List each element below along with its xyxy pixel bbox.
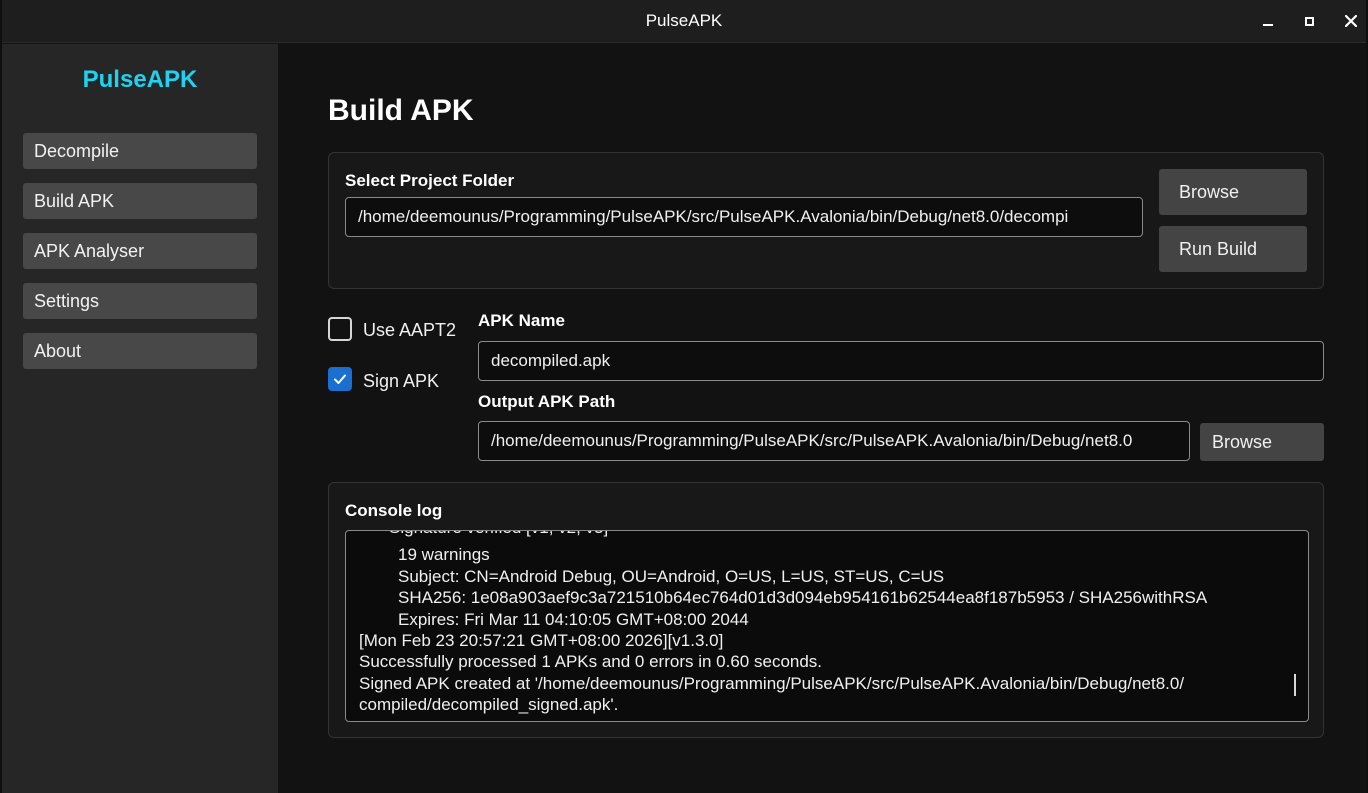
console-line: 19 warnings (398, 545, 490, 564)
console-line: Expires: Fri Mar 11 04:10:05 GMT+08:00 2… (398, 610, 749, 629)
console-log[interactable]: Signature verified [v1, v2, v3] 19 warni… (345, 530, 1309, 722)
sidebar-item-decompile[interactable]: Decompile (23, 133, 257, 169)
checkmark-icon (334, 374, 346, 384)
console-line: Signature verified [v1, v2, v3] (359, 531, 608, 538)
project-folder-input[interactable]: /home/deemounus/Programming/PulseAPK/src… (345, 197, 1143, 237)
main-content: Build APK Select Project Folder /home/de… (278, 44, 1366, 793)
sidebar-item-about[interactable]: About (23, 333, 257, 369)
sidebar: PulseAPK Decompile Build APK APK Analyse… (2, 44, 278, 793)
console-line: Signed APK created at '/home/deemounus/P… (359, 674, 1185, 693)
window-title: PulseAPK (645, 11, 723, 30)
run-build-button[interactable]: Run Build (1159, 226, 1307, 272)
sidebar-item-apk-analyser[interactable]: APK Analyser (23, 233, 257, 269)
apk-name-label: APK Name (478, 311, 565, 330)
project-folder-panel: Select Project Folder /home/deemounus/Pr… (328, 152, 1324, 289)
close-icon (1345, 15, 1357, 27)
console-line: Successfully processed 1 APKs and 0 erro… (359, 652, 823, 671)
close-button[interactable] (1340, 10, 1362, 32)
use-aapt2-checkbox[interactable] (328, 317, 352, 341)
console-line: Subject: CN=Android Debug, OU=Android, O… (398, 567, 945, 586)
title-bar[interactable]: PulseAPK (2, 0, 1366, 43)
project-folder-label: Select Project Folder (345, 171, 515, 190)
page-title: Build APK (328, 94, 474, 127)
console-label: Console log (345, 501, 443, 520)
maximize-button[interactable] (1298, 10, 1320, 32)
maximize-icon (1304, 16, 1314, 26)
output-path-input[interactable]: /home/deemounus/Programming/PulseAPK/src… (478, 421, 1190, 461)
sign-apk-label: Sign APK (363, 371, 440, 391)
app-window: PulseAPK PulseAPK Decompile Build APK AP… (2, 0, 1366, 793)
console-line: [Mon Feb 23 20:57:21 GMT+08:00 2026][v1.… (359, 631, 724, 650)
apk-name-input[interactable]: decompiled.apk (478, 341, 1324, 381)
sidebar-item-settings[interactable]: Settings (23, 283, 257, 319)
output-path-label: Output APK Path (478, 392, 616, 411)
browse-project-button[interactable]: Browse (1159, 169, 1307, 215)
minimize-button[interactable] (1257, 10, 1279, 32)
sidebar-item-build-apk[interactable]: Build APK (23, 183, 257, 219)
sign-apk-checkbox[interactable] (328, 367, 352, 391)
console-scrollbar[interactable] (1294, 674, 1296, 696)
app-brand: PulseAPK (82, 66, 198, 93)
console-line: compiled/decompiled_signed.apk'. (359, 695, 619, 714)
browse-output-button[interactable]: Browse (1200, 423, 1324, 461)
minimize-icon (1263, 24, 1273, 26)
console-panel: Console log Signature verified [v1, v2, … (328, 482, 1324, 738)
use-aapt2-label: Use AAPT2 (363, 320, 457, 340)
console-line: SHA256: 1e08a903aef9c3a721510b64ec764d01… (398, 588, 1208, 607)
